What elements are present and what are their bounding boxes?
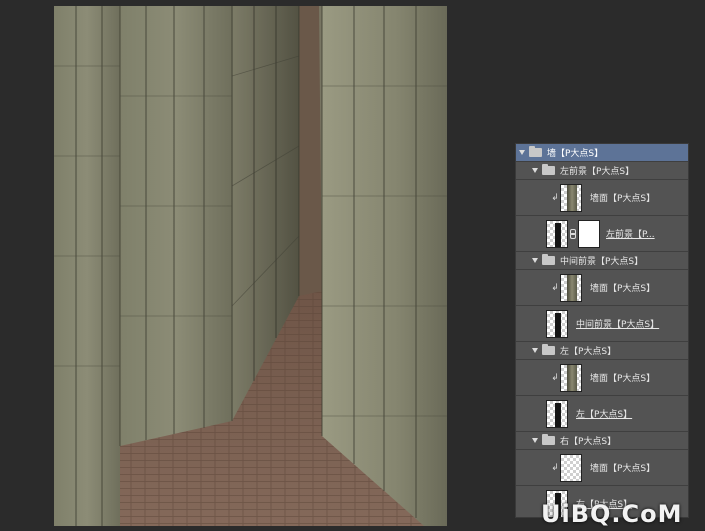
clipping-mask-icon: ↲ — [551, 462, 559, 473]
clipping-mask-icon: ↲ — [551, 192, 559, 203]
site-watermark: UiBQ.CoM — [541, 500, 683, 528]
expand-triangle-icon[interactable] — [532, 258, 538, 263]
layer-thumbnail — [546, 309, 568, 338]
layer-name: 墙面【P大点S】 — [590, 464, 656, 474]
layer-middle-foreground[interactable]: 中间前景【P大点S】 — [516, 306, 688, 342]
expand-triangle-icon[interactable] — [532, 438, 538, 443]
layer-group-label: 左前景【P大点S】 — [560, 167, 635, 177]
layer-name: 墙面【P大点S】 — [590, 194, 656, 204]
link-chain-icon[interactable] — [569, 228, 577, 239]
alley-artwork — [54, 6, 447, 526]
clipping-mask-icon: ↲ — [551, 372, 559, 383]
folder-icon — [542, 344, 555, 355]
folder-icon — [529, 146, 542, 157]
expand-triangle-icon[interactable] — [532, 348, 538, 353]
layer-thumbnail — [546, 219, 568, 248]
layer-left[interactable]: 左【P大点S】 — [516, 396, 688, 432]
expand-triangle-icon[interactable] — [532, 168, 538, 173]
layer-group-label: 墙【P大点S】 — [547, 149, 604, 159]
layer-group-label: 右【P大点S】 — [560, 437, 617, 447]
layer-thumbnail — [560, 363, 582, 392]
layer-wall-1[interactable]: ↲ 墙面【P大点S】 — [516, 180, 688, 216]
layer-name: 左【P大点S】 — [576, 410, 633, 420]
expand-triangle-icon[interactable] — [519, 150, 525, 155]
layer-group-right[interactable]: 右【P大点S】 — [516, 432, 688, 450]
layer-name: 左前景【P... — [606, 230, 655, 240]
clipping-mask-icon: ↲ — [551, 282, 559, 293]
layer-thumbnail — [546, 399, 568, 428]
folder-icon — [542, 254, 555, 265]
layer-name: 墙面【P大点S】 — [590, 284, 656, 294]
layer-group-label: 左【P大点S】 — [560, 347, 617, 357]
layer-group-middle-foreground[interactable]: 中间前景【P大点S】 — [516, 252, 688, 270]
layers-panel: 墙【P大点S】 左前景【P大点S】 ↲ 墙面【P大点S】 左前景【P... 中间… — [515, 143, 689, 518]
layer-wall-2[interactable]: ↲ 墙面【P大点S】 — [516, 270, 688, 306]
folder-icon — [542, 434, 555, 445]
layer-group-wall[interactable]: 墙【P大点S】 — [516, 144, 688, 162]
layer-name: 中间前景【P大点S】 — [576, 320, 660, 330]
layer-wall-4[interactable]: ↲ 墙面【P大点S】 — [516, 450, 688, 486]
layer-thumbnail — [560, 453, 582, 482]
layer-thumbnail — [560, 183, 582, 212]
document-canvas[interactable] — [54, 6, 447, 526]
layer-wall-3[interactable]: ↲ 墙面【P大点S】 — [516, 360, 688, 396]
layer-name: 墙面【P大点S】 — [590, 374, 656, 384]
layer-group-label: 中间前景【P大点S】 — [560, 257, 644, 267]
layer-thumbnail — [560, 273, 582, 302]
layer-group-left-foreground[interactable]: 左前景【P大点S】 — [516, 162, 688, 180]
layer-mask-thumbnail — [578, 219, 600, 248]
layer-group-left[interactable]: 左【P大点S】 — [516, 342, 688, 360]
layer-left-foreground[interactable]: 左前景【P... — [516, 216, 688, 252]
folder-icon — [542, 164, 555, 175]
